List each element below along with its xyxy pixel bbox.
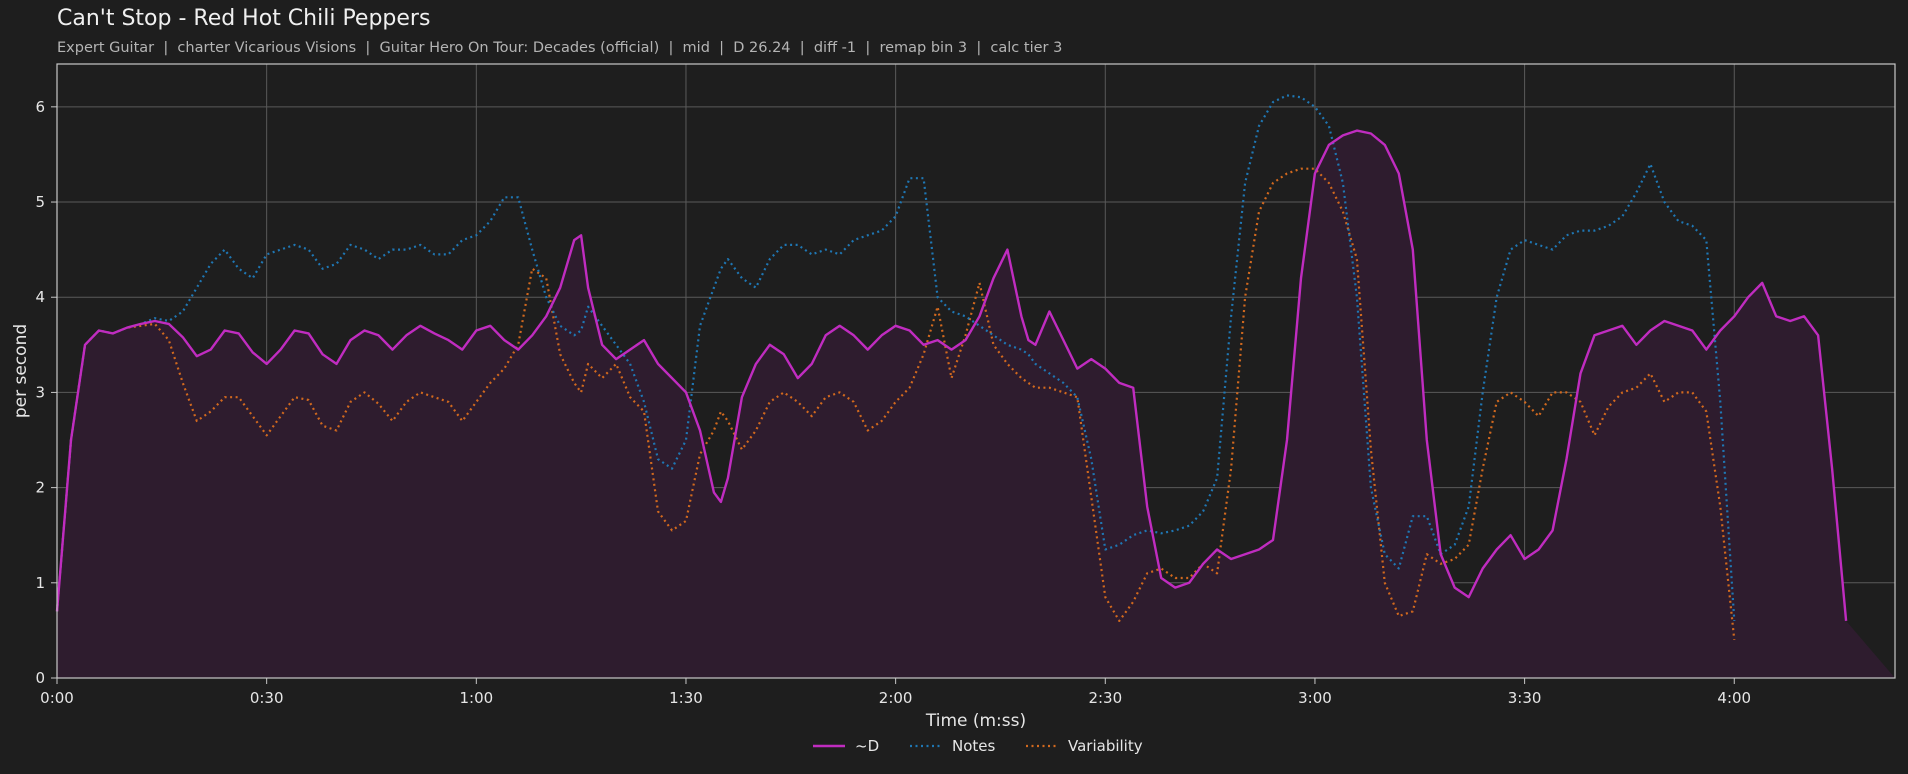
y-axis-label: per second	[11, 324, 31, 418]
y-tick-label-4: 4	[35, 288, 45, 306]
x-tick-label-2: 1:00	[459, 689, 493, 707]
legend-label-1: Notes	[952, 737, 996, 755]
x-tick-label-5: 2:30	[1088, 689, 1122, 707]
y-tick-label-6: 6	[35, 98, 45, 116]
y-tick-label-0: 0	[35, 669, 45, 687]
x-tick-label-0: 0:00	[40, 689, 74, 707]
x-tick-label-6: 3:00	[1298, 689, 1332, 707]
y-tick-label-5: 5	[35, 193, 45, 211]
legend-label-0: ~D	[855, 737, 879, 755]
y-tick-label-3: 3	[35, 383, 45, 401]
series-d-fill	[57, 130, 1895, 679]
x-axis-ticks: 0:00 0:30 1:00 1:30 2:00 2:30 3:00 3:30 4:00	[40, 678, 1751, 707]
x-tick-label-8: 4:00	[1717, 689, 1751, 707]
x-tick-label-7: 3:30	[1508, 689, 1542, 707]
y-tick-label-2: 2	[35, 479, 45, 497]
y-tick-label-1: 1	[35, 574, 45, 592]
x-tick-label-3: 1:30	[669, 689, 703, 707]
x-tick-label-1: 0:30	[250, 689, 284, 707]
x-tick-label-4: 2:00	[879, 689, 913, 707]
y-axis-ticks: 0 1 2 3 4 5 6	[35, 98, 57, 687]
x-axis-label: Time (m:ss)	[925, 711, 1026, 731]
legend: ~D Notes Variability	[813, 737, 1143, 755]
legend-label-2: Variability	[1068, 737, 1143, 755]
chart-svg: 0:00 0:30 1:00 1:30 2:00 2:30 3:00 3:30 4:00 0 1 2…	[11, 63, 1896, 755]
